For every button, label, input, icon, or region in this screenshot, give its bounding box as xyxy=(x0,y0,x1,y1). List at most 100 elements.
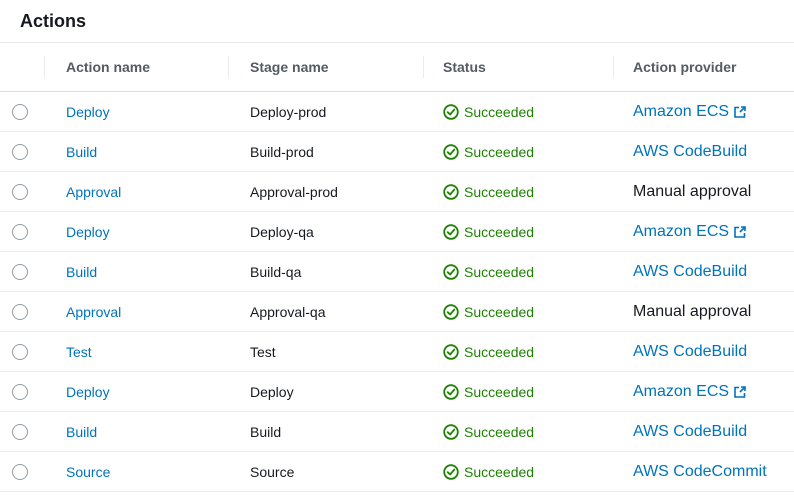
radio-button[interactable] xyxy=(12,384,28,400)
table-body: Deploy Deploy-prod Succeeded Amazon ECS … xyxy=(0,92,794,492)
table-row: Deploy Deploy-prod Succeeded Amazon ECS xyxy=(0,92,794,132)
action-name-cell: Deploy xyxy=(44,224,228,240)
check-circle-icon xyxy=(443,144,459,160)
status-badge: Succeeded xyxy=(464,464,534,480)
action-provider-link[interactable]: AWS CodeBuild xyxy=(633,343,747,361)
stage-name-cell: Source xyxy=(228,464,423,480)
action-name-link[interactable]: Deploy xyxy=(66,224,110,240)
action-provider-cell: AWS CodeCommit xyxy=(613,463,794,481)
radio-button[interactable] xyxy=(12,144,28,160)
action-provider-cell: Manual approval xyxy=(613,303,794,321)
row-select-cell xyxy=(0,464,44,480)
action-name-cell: Approval xyxy=(44,304,228,320)
action-name-cell: Build xyxy=(44,144,228,160)
radio-button[interactable] xyxy=(12,184,28,200)
table-header-row: Action name Stage name Status Action pro… xyxy=(0,43,794,92)
stage-name-cell: Build xyxy=(228,424,423,440)
action-name-cell: Build xyxy=(44,264,228,280)
status-badge: Succeeded xyxy=(464,264,534,280)
action-name-link[interactable]: Test xyxy=(66,344,92,360)
action-provider-link[interactable]: AWS CodeCommit xyxy=(633,463,767,481)
row-select-cell xyxy=(0,304,44,320)
column-header-label: Action name xyxy=(66,59,150,75)
stage-name-cell: Build-prod xyxy=(228,144,423,160)
column-header-label: Stage name xyxy=(250,59,329,75)
action-provider-link[interactable]: AWS CodeBuild xyxy=(633,423,747,441)
action-provider-cell: Amazon ECS xyxy=(613,383,794,401)
action-provider-link[interactable]: Amazon ECS xyxy=(633,383,729,401)
action-name-cell: Deploy xyxy=(44,384,228,400)
radio-button[interactable] xyxy=(12,224,28,240)
action-provider-link[interactable]: Amazon ECS xyxy=(633,223,729,241)
actions-panel: Actions Action name Stage name Status Ac… xyxy=(0,0,794,492)
action-name-link[interactable]: Deploy xyxy=(66,384,110,400)
radio-button[interactable] xyxy=(12,344,28,360)
status-badge: Succeeded xyxy=(464,384,534,400)
table-row: Approval Approval-prod Succeeded Manual … xyxy=(0,172,794,212)
column-header-action-name: Action name xyxy=(44,43,228,91)
radio-button[interactable] xyxy=(12,424,28,440)
action-provider-cell: Amazon ECS xyxy=(613,223,794,241)
row-select-cell xyxy=(0,264,44,280)
radio-button[interactable] xyxy=(12,304,28,320)
external-link-icon xyxy=(734,106,746,118)
stage-name-cell: Deploy-prod xyxy=(228,104,423,120)
status-cell: Succeeded xyxy=(423,144,613,160)
action-provider-link: Manual approval xyxy=(633,183,751,201)
status-cell: Succeeded xyxy=(423,304,613,320)
action-name-link[interactable]: Approval xyxy=(66,184,121,200)
column-header-label: Status xyxy=(443,59,486,75)
status-badge: Succeeded xyxy=(464,104,534,120)
column-header-status: Status xyxy=(423,43,613,91)
check-circle-icon xyxy=(443,304,459,320)
check-circle-icon xyxy=(443,384,459,400)
action-provider-link[interactable]: AWS CodeBuild xyxy=(633,143,747,161)
check-circle-icon xyxy=(443,184,459,200)
action-provider-link[interactable]: AWS CodeBuild xyxy=(633,263,747,281)
status-cell: Succeeded xyxy=(423,264,613,280)
table-row: Build Build-prod Succeeded AWS CodeBuild xyxy=(0,132,794,172)
action-name-link[interactable]: Deploy xyxy=(66,104,110,120)
check-circle-icon xyxy=(443,104,459,120)
page-title: Actions xyxy=(20,11,86,32)
action-name-link[interactable]: Approval xyxy=(66,304,121,320)
radio-button[interactable] xyxy=(12,104,28,120)
action-name-cell: Source xyxy=(44,464,228,480)
action-provider-cell: AWS CodeBuild xyxy=(613,423,794,441)
check-circle-icon xyxy=(443,464,459,480)
status-cell: Succeeded xyxy=(423,224,613,240)
status-cell: Succeeded xyxy=(423,104,613,120)
panel-header: Actions xyxy=(0,0,794,43)
table-row: Deploy Deploy-qa Succeeded Amazon ECS xyxy=(0,212,794,252)
status-badge: Succeeded xyxy=(464,344,534,360)
action-name-cell: Approval xyxy=(44,184,228,200)
status-badge: Succeeded xyxy=(464,304,534,320)
row-select-cell xyxy=(0,184,44,200)
row-select-cell xyxy=(0,344,44,360)
check-circle-icon xyxy=(443,224,459,240)
action-provider-cell: AWS CodeBuild xyxy=(613,263,794,281)
radio-button[interactable] xyxy=(12,464,28,480)
action-provider-link[interactable]: Amazon ECS xyxy=(633,103,729,121)
status-cell: Succeeded xyxy=(423,424,613,440)
action-name-link[interactable]: Build xyxy=(66,424,97,440)
status-cell: Succeeded xyxy=(423,344,613,360)
column-header-action-provider: Action provider xyxy=(613,43,794,91)
check-circle-icon xyxy=(443,424,459,440)
action-name-link[interactable]: Source xyxy=(66,464,110,480)
row-select-cell xyxy=(0,144,44,160)
stage-name-cell: Deploy xyxy=(228,384,423,400)
status-badge: Succeeded xyxy=(464,144,534,160)
radio-button[interactable] xyxy=(12,264,28,280)
stage-name-cell: Build-qa xyxy=(228,264,423,280)
stage-name-cell: Test xyxy=(228,344,423,360)
action-name-link[interactable]: Build xyxy=(66,264,97,280)
action-name-link[interactable]: Build xyxy=(66,144,97,160)
action-name-cell: Test xyxy=(44,344,228,360)
column-header-label: Action provider xyxy=(633,59,736,75)
action-name-cell: Deploy xyxy=(44,104,228,120)
external-link-icon xyxy=(734,226,746,238)
table-row: Source Source Succeeded AWS CodeCommit xyxy=(0,452,794,492)
action-provider-cell: AWS CodeBuild xyxy=(613,143,794,161)
table-row: Deploy Deploy Succeeded Amazon ECS xyxy=(0,372,794,412)
